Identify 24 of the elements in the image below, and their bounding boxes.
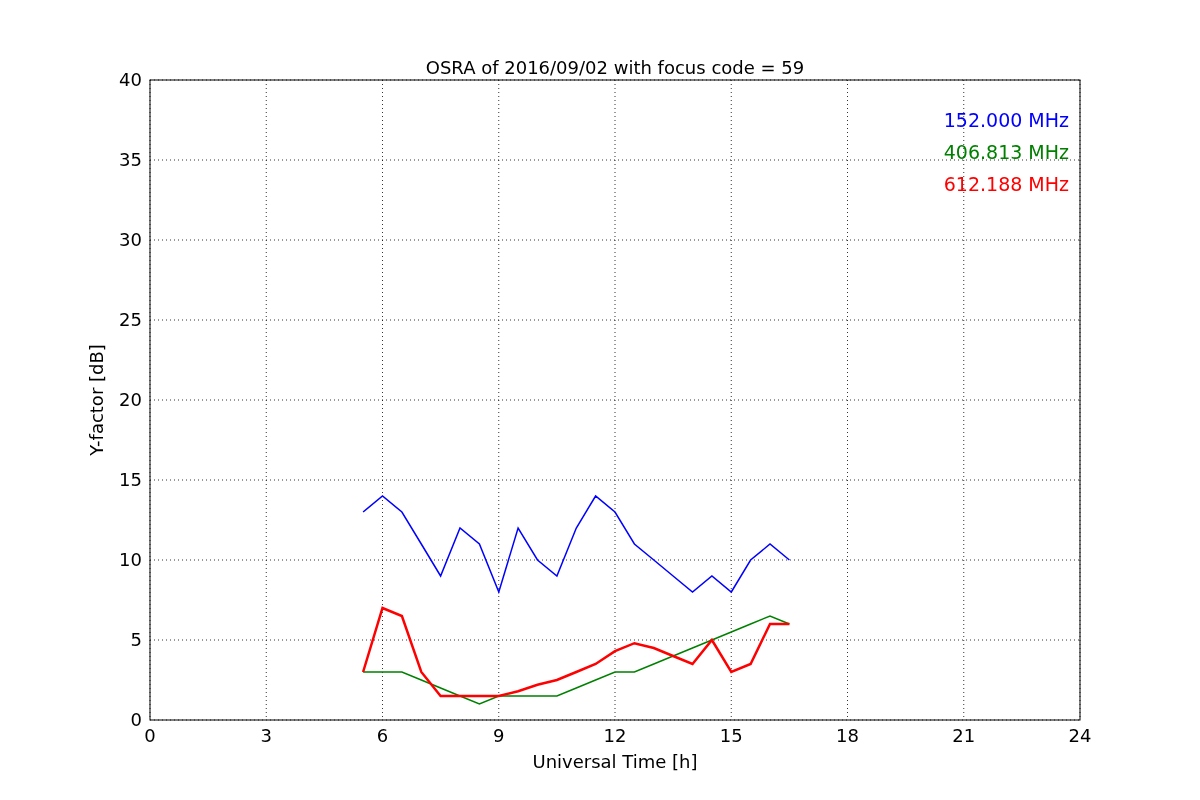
chart-title: OSRA of 2016/09/02 with focus code = 59 xyxy=(425,57,805,78)
y-tick-label: 15 xyxy=(119,469,142,490)
y-axis-label: Y-factor [dB] xyxy=(86,344,107,456)
x-tick-label: 12 xyxy=(603,725,627,746)
y-tick-label: 30 xyxy=(119,229,142,250)
y-tick-label: 25 xyxy=(119,309,142,330)
x-tick-label: 3 xyxy=(260,725,272,746)
y-tick-label: 40 xyxy=(119,69,142,90)
x-tick-label: 18 xyxy=(836,725,859,746)
x-tick-label: 15 xyxy=(719,725,743,746)
x-tick-label: 9 xyxy=(493,725,505,746)
x-axis-label: Universal Time [h] xyxy=(532,751,698,772)
x-tick-label: 24 xyxy=(1068,725,1092,746)
y-tick-label: 0 xyxy=(130,709,142,730)
y-tick-label: 20 xyxy=(119,389,142,410)
x-tick-label: 0 xyxy=(144,725,156,746)
legend-label: 406.813 MHz xyxy=(943,141,1069,163)
x-tick-label: 6 xyxy=(376,725,389,746)
y-tick-label: 35 xyxy=(119,149,142,170)
x-tick-label: 21 xyxy=(952,725,976,746)
legend-label: 612.188 MHz xyxy=(943,173,1069,195)
y-tick-label: 5 xyxy=(130,629,142,650)
legend-label: 152.000 MHz xyxy=(943,109,1069,131)
y-tick-label: 10 xyxy=(119,549,142,570)
